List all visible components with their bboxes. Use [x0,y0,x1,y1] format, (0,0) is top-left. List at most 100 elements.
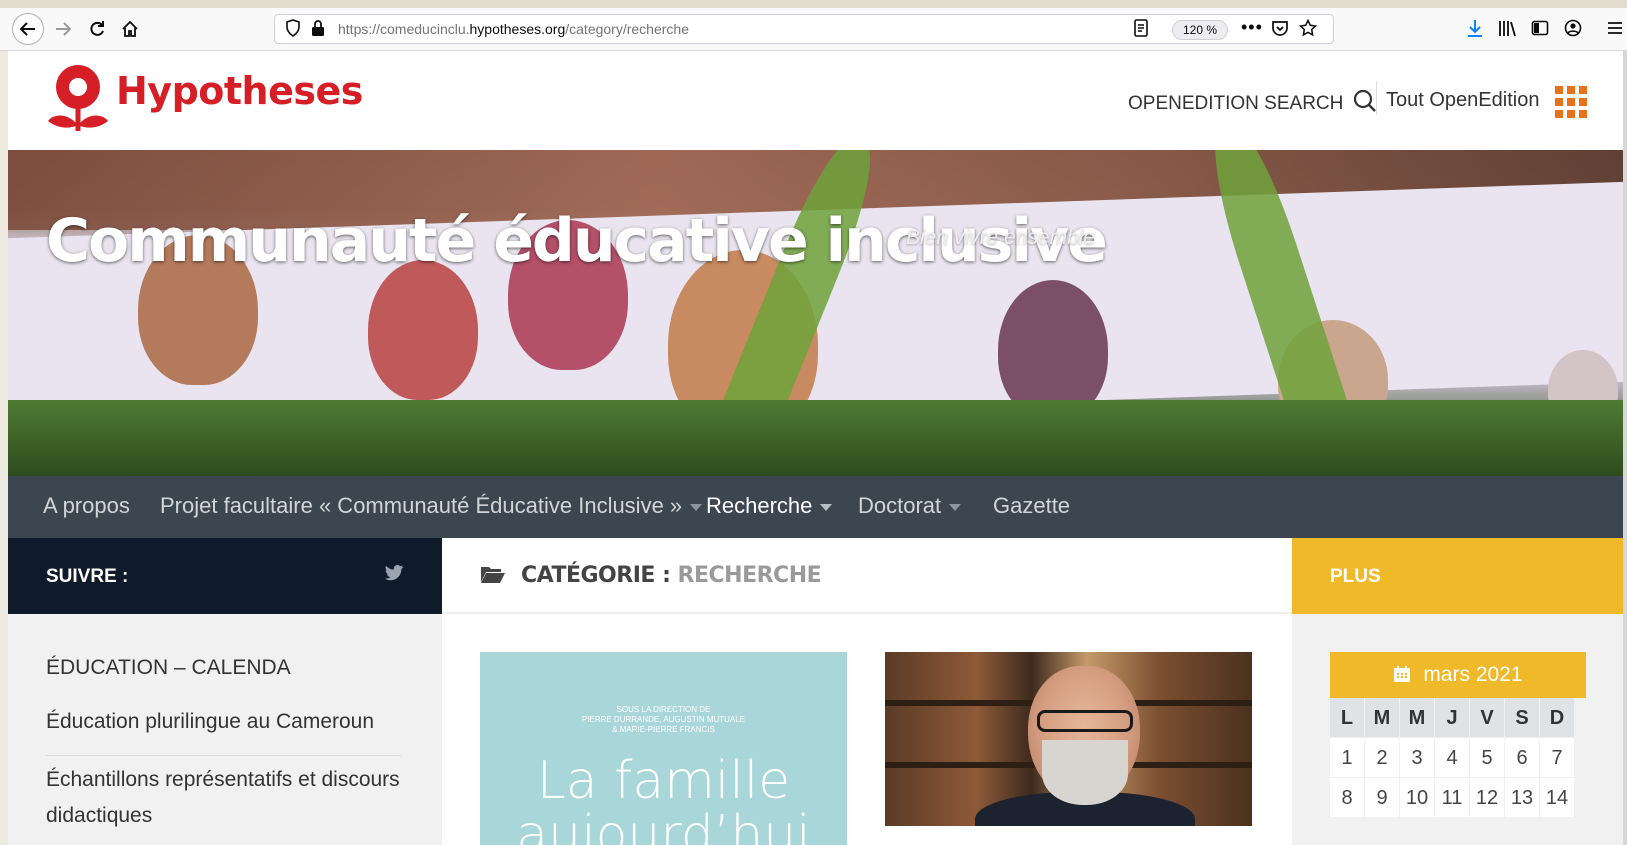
tout-openedition-link[interactable]: Tout OpenEdition [1386,89,1539,112]
folder-open-icon [480,564,506,584]
day-cell[interactable]: 12 [1470,778,1505,818]
book-cover-credits-line: SOUS LA DIRECTION DE [616,705,711,714]
bookmark-star-icon[interactable] [1298,18,1318,42]
right-sidebar: mars 2021 L M M J V S D 1 2 3 4 5 6 7 8 … [1292,614,1627,845]
day-cell[interactable]: 9 [1365,778,1400,818]
nav-label: Projet facultaire « Communauté Éducative… [160,493,683,518]
lock-icon[interactable] [311,19,325,42]
url-text[interactable]: https://comeducinclu.hypotheses.org/cate… [338,21,689,37]
reader-view-icon[interactable] [1133,19,1149,42]
post-thumbnail-famille[interactable]: SOUS LA DIRECTION DE PIERRE DURRANDE, AU… [480,652,847,845]
banner-face-shape [998,280,1108,420]
forward-arrow-icon[interactable] [48,14,78,44]
shield-icon[interactable] [285,19,301,42]
sidebar-link-echantillons[interactable]: Échantillons représentatifs et discours … [46,762,401,834]
day-cell[interactable]: 7 [1540,738,1575,778]
site-header: Hypotheses OPENEDITION SEARCH Tout OpenE… [8,51,1627,144]
openedition-search-link[interactable]: OPENEDITION SEARCH [1128,89,1377,119]
day-cell[interactable]: 11 [1435,778,1470,818]
sidebar-link-education-calenda[interactable]: ÉDUCATION – CALENDA [46,650,401,686]
portrait-glasses-shape [1037,710,1133,732]
nav-item-recherche[interactable]: Recherche [706,493,833,519]
follow-header: SUIVRE : [8,538,442,614]
main-navigation: A propos Projet facultaire « Communauté … [8,476,1627,538]
plus-label: PLUS [1330,566,1381,587]
book-cover-credits-line: & MARIE-PIERRE FRANCIS [612,725,715,734]
home-icon[interactable] [115,14,145,44]
calendar-week-row: 1 2 3 4 5 6 7 [1330,738,1586,778]
nav-item-projet-facultaire[interactable]: Projet facultaire « Communauté Éducative… [160,493,703,519]
portrait-beard-shape [1042,740,1128,805]
library-icon[interactable] [1498,19,1518,42]
pocket-icon[interactable] [1271,19,1289,42]
day-cell[interactable]: 4 [1435,738,1470,778]
nav-label: Gazette [993,493,1071,518]
header-divider [1376,81,1377,115]
weekday-cell: D [1540,698,1575,738]
post-thumbnail-portrait[interactable] [885,652,1252,826]
back-arrow-icon[interactable] [12,13,44,45]
category-key: CATÉGORIE : [521,563,671,588]
day-cell[interactable]: 5 [1470,738,1505,778]
site-tagline: Bien vivre ensemble [906,226,1096,249]
search-icon [1353,89,1377,119]
posts-grid: SOUS LA DIRECTION DE PIERRE DURRANDE, AU… [442,614,1292,845]
weekday-cell: M [1365,698,1400,738]
hypotheses-logo-icon[interactable] [46,63,110,138]
book-cover-title: La famille aujourd’hui [516,751,811,845]
weekday-cell: J [1435,698,1470,738]
day-cell[interactable]: 8 [1330,778,1365,818]
follow-label: SUIVRE : [46,566,129,587]
banner-leaves-shape [8,400,1627,476]
twitter-icon[interactable] [384,564,404,587]
url-domain: hypotheses.org [469,21,566,37]
category-header: CATÉGORIE : RECHERCHE [442,538,1292,614]
window-frame [0,0,1627,8]
zoom-level-badge[interactable]: 120 % [1172,20,1229,40]
day-cell[interactable]: 13 [1505,778,1540,818]
sidebar-link-education-plurilingue[interactable]: Éducation plurilingue au Cameroun [46,704,401,740]
hamburger-menu-icon[interactable] [1606,19,1624,42]
calendar-title[interactable]: mars 2021 [1330,652,1586,698]
nav-label: Doctorat [858,493,942,518]
account-icon[interactable] [1564,19,1582,42]
nav-label: A propos [43,493,130,518]
plus-header: PLUS [1292,538,1627,614]
weekday-cell: M [1400,698,1435,738]
nav-item-a-propos[interactable]: A propos [43,493,130,519]
day-cell[interactable]: 14 [1540,778,1575,818]
day-cell[interactable]: 10 [1400,778,1435,818]
more-actions-icon[interactable]: ••• [1241,17,1263,38]
day-cell[interactable]: 6 [1505,738,1540,778]
logo-text[interactable]: Hypotheses [116,69,363,113]
apps-grid-icon[interactable] [1555,86,1587,118]
url-bar[interactable]: https://comeducinclu.hypotheses.org/cate… [274,14,1334,44]
nav-item-doctorat[interactable]: Doctorat [858,493,962,519]
book-cover-credits: SOUS LA DIRECTION DE PIERRE DURRANDE, AU… [480,705,847,735]
web-page: Hypotheses OPENEDITION SEARCH Tout OpenE… [8,51,1627,845]
hero-banner: Communauté éducative inclusive Bien vivr… [8,150,1627,476]
category-value: RECHERCHE [677,563,822,588]
browser-toolbar: https://comeducinclu.hypotheses.org/cate… [0,8,1627,51]
left-sidebar: ÉDUCATION – CALENDA Éducation plurilingu… [8,614,442,845]
weekday-cell: S [1505,698,1540,738]
nav-item-gazette[interactable]: Gazette [993,493,1070,519]
url-prefix: https://comeducinclu. [338,21,470,37]
chevron-down-icon [690,503,703,511]
calendar-icon [1393,654,1411,700]
weekday-cell: V [1470,698,1505,738]
weekday-cell: L [1330,698,1365,738]
download-icon[interactable] [1466,19,1484,42]
url-path: /category/recherche [565,21,689,37]
day-cell[interactable]: 3 [1400,738,1435,778]
day-cell[interactable]: 1 [1330,738,1365,778]
chevron-down-icon [820,503,833,511]
sidebar-divider [46,755,401,756]
nav-label: Recherche [706,493,813,518]
page-scrollbar[interactable] [1623,50,1627,845]
reload-icon[interactable] [82,14,112,44]
day-cell[interactable]: 2 [1365,738,1400,778]
calendar-week-row: 8 9 10 11 12 13 14 [1330,778,1586,818]
chevron-down-icon [949,503,962,511]
sidebar-toggle-icon[interactable] [1531,19,1549,42]
